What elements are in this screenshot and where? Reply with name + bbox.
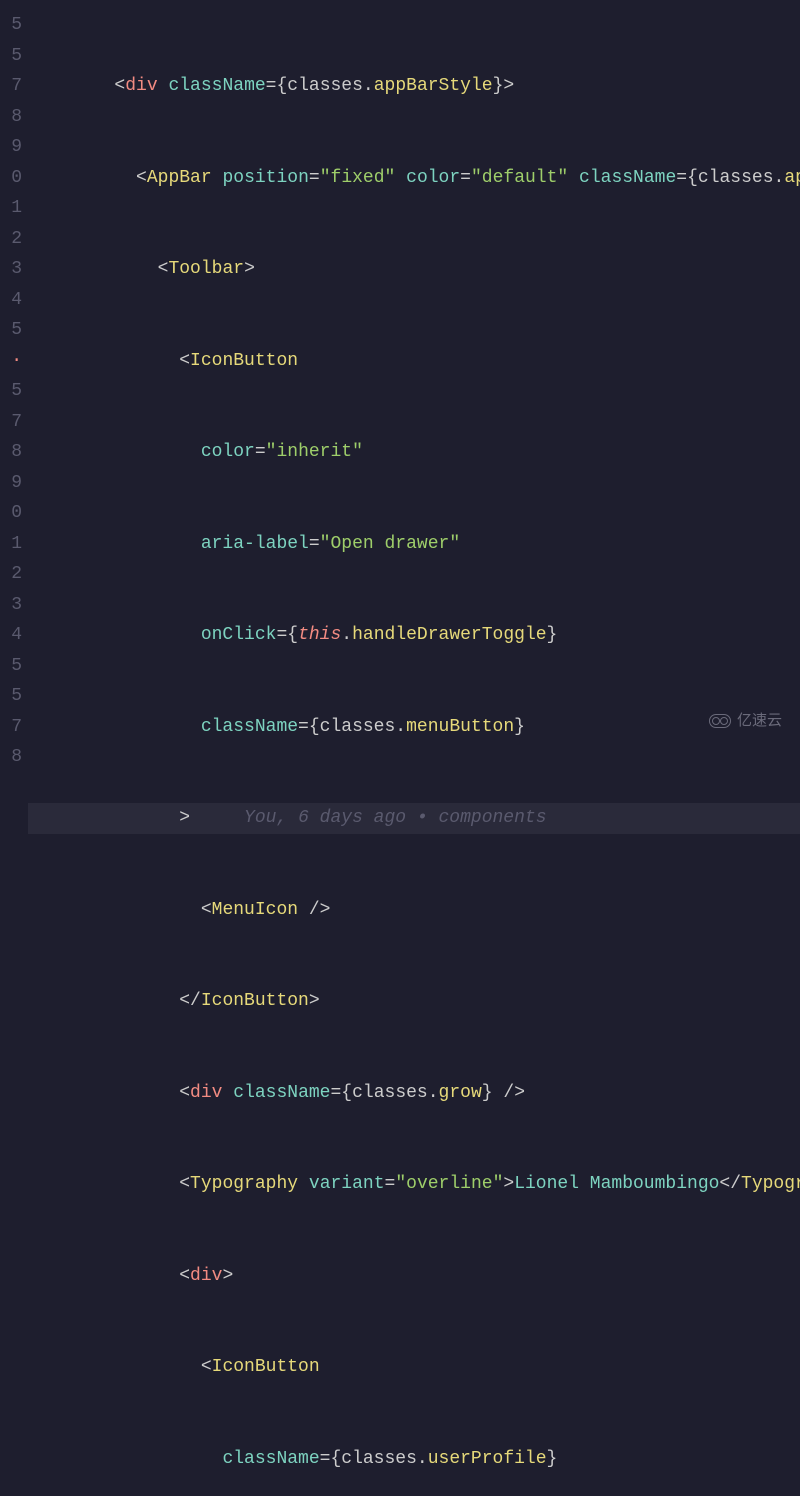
code-line[interactable]: <AppBar position="fixed" color="default"…	[28, 163, 800, 194]
code-line[interactable]: <Toolbar>	[28, 254, 800, 285]
line-number: 5	[0, 376, 28, 407]
gitlens-annotation: You, 6 days ago • components	[190, 808, 546, 828]
code-line[interactable]: <MenuIcon />	[28, 895, 800, 926]
line-number: 0	[0, 163, 28, 194]
code-line[interactable]: <Typography variant="overline">Lionel Ma…	[28, 1169, 800, 1200]
code-area[interactable]: <div className={classes.appBarStyle}> <A…	[28, 0, 800, 748]
line-number: ·	[0, 346, 28, 377]
code-editor: 5 5 7 8 9 0 1 2 3 4 5 · 5 7 8 9 0 1 2 3 …	[0, 0, 800, 748]
line-number: 5	[0, 315, 28, 346]
line-number: 8	[0, 102, 28, 133]
line-number: 5	[0, 10, 28, 41]
line-number: 0	[0, 498, 28, 529]
code-line[interactable]: </IconButton>	[28, 986, 800, 1017]
line-number: 5	[0, 651, 28, 682]
line-number: 7	[0, 712, 28, 743]
line-number: 7	[0, 407, 28, 438]
line-number: 4	[0, 620, 28, 651]
line-number: 5	[0, 681, 28, 712]
cloud-icon	[709, 714, 731, 728]
watermark: 亿速云	[709, 706, 782, 737]
line-number: 7	[0, 71, 28, 102]
code-line[interactable]: <div>	[28, 1261, 800, 1292]
code-line[interactable]: aria-label="Open drawer"	[28, 529, 800, 560]
code-line[interactable]: <div className={classes.grow} />	[28, 1078, 800, 1109]
code-line[interactable]: <div className={classes.appBarStyle}>	[28, 71, 800, 102]
watermark-text: 亿速云	[737, 706, 782, 737]
line-number-gutter: 5 5 7 8 9 0 1 2 3 4 5 · 5 7 8 9 0 1 2 3 …	[0, 0, 28, 748]
code-line[interactable]: color="inherit"	[28, 437, 800, 468]
line-number: 4	[0, 285, 28, 316]
line-number: 8	[0, 742, 28, 773]
code-line[interactable]: onClick={this.handleDrawerToggle}	[28, 620, 800, 651]
line-number: 2	[0, 559, 28, 590]
line-number: 2	[0, 224, 28, 255]
line-number: 1	[0, 529, 28, 560]
line-number: 9	[0, 468, 28, 499]
line-number: 3	[0, 254, 28, 285]
line-number: 3	[0, 590, 28, 621]
code-line[interactable]: className={classes.userProfile}	[28, 1444, 800, 1475]
code-line[interactable]: <IconButton	[28, 346, 800, 377]
code-line[interactable]: <IconButton	[28, 1352, 800, 1383]
code-line[interactable]: className={classes.menuButton}	[28, 712, 800, 743]
line-number: 5	[0, 41, 28, 72]
line-number: 8	[0, 437, 28, 468]
line-number: 9	[0, 132, 28, 163]
line-number: 1	[0, 193, 28, 224]
code-line-active[interactable]: > You, 6 days ago • components	[28, 803, 800, 834]
